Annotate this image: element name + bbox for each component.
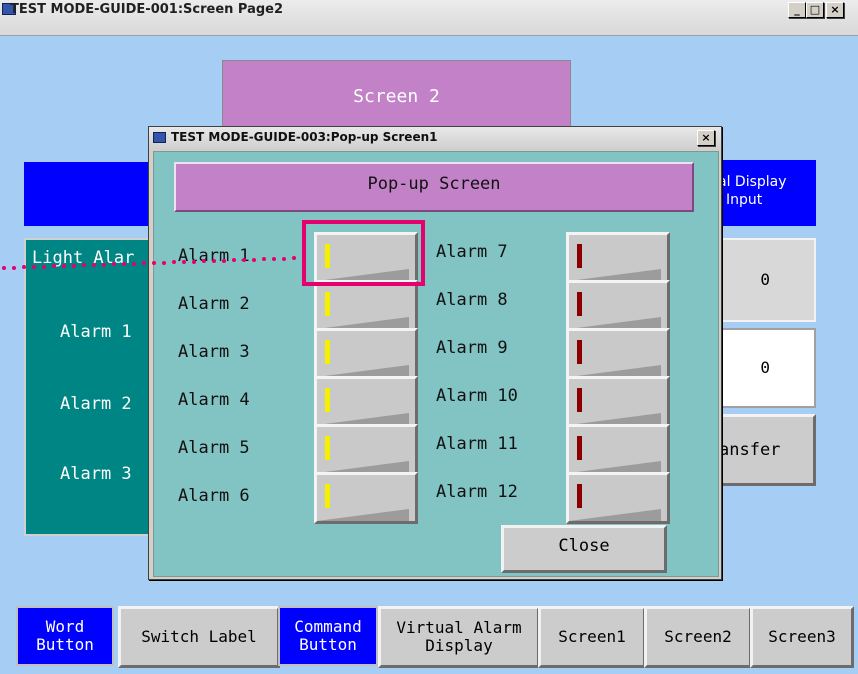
popup-titlebar[interactable]: TEST MODE-GUIDE-003:Pop-up Screen1 × (149, 127, 721, 149)
leader-dot (102, 262, 106, 267)
leader-dot (62, 264, 66, 268)
button-label: Button (36, 635, 94, 654)
button-label: Screen3 (768, 627, 836, 646)
alarm-lamp (577, 436, 582, 460)
alarm-switch[interactable] (314, 280, 418, 332)
alarm-lamp (577, 484, 582, 508)
leader-dot (72, 263, 76, 268)
virtual-display-input-block[interactable]: al Display Input (716, 160, 816, 226)
leader-dot (152, 261, 156, 265)
popup-close-text-button[interactable]: Close (501, 525, 667, 573)
alarm-label: Alarm 6 (178, 486, 250, 506)
alarm-lamp (577, 244, 582, 268)
screen1-button[interactable]: Screen1 (538, 606, 646, 668)
alarm-label: Alarm 4 (178, 390, 250, 410)
leader-dot (302, 256, 306, 260)
alarm-label: Alarm 8 (436, 290, 508, 310)
leader-dot (122, 262, 126, 266)
light-alarm-item: Alarm 2 (60, 394, 132, 414)
input-label: Input (726, 192, 763, 208)
leader-dot (132, 261, 136, 266)
value-display: 0 (716, 238, 816, 322)
light-alarm-item: Alarm 3 (60, 464, 132, 484)
leader-dot (2, 266, 6, 270)
alarm-label: Alarm 3 (178, 342, 250, 362)
button-label: Switch Label (141, 627, 257, 646)
light-alarm-item: Alarm 1 (60, 322, 132, 342)
alarm-switch[interactable] (566, 280, 670, 332)
popup-body: Pop-up Screen Alarm 1 Alarm 2 Alarm 3 Al… (153, 151, 719, 577)
switch-label-button[interactable]: Switch Label (118, 606, 280, 668)
popup-title: TEST MODE-GUIDE-003:Pop-up Screen1 (171, 130, 438, 144)
alarm-switch[interactable] (566, 472, 670, 524)
value-input[interactable]: 0 (716, 328, 816, 408)
popup-window-icon (153, 132, 166, 143)
button-label: Screen1 (558, 627, 626, 646)
alarm-switch[interactable] (566, 232, 670, 284)
alarm-lamp (577, 292, 582, 316)
minimize-button[interactable]: _ (788, 2, 806, 18)
alarm-label: Alarm 7 (436, 242, 508, 262)
alarm-label: Alarm 12 (436, 482, 518, 502)
leader-dot (162, 260, 166, 265)
screen2-button[interactable]: Screen2 (644, 606, 752, 668)
transfer-button[interactable]: ansfer (716, 414, 816, 486)
main-window-title: TEST MODE-GUIDE-001:Screen Page2 (10, 2, 284, 17)
alarm-label: Alarm 1 (178, 246, 250, 266)
alarm-lamp (325, 388, 330, 412)
alarm-lamp (577, 388, 582, 412)
alarm-lamp (325, 436, 330, 460)
virtual-display-label: al Display (718, 174, 787, 190)
alarm-switch[interactable] (314, 376, 418, 428)
leader-dot (252, 257, 256, 262)
leader-dot (192, 259, 196, 264)
maximize-button[interactable]: □ (806, 2, 824, 18)
light-alarm-panel: Light Alar Alarm 1 Alarm 2 Alarm 3 (24, 238, 152, 536)
button-label: Button (299, 635, 357, 654)
leader-dot (32, 265, 36, 269)
alarm-lamp (325, 484, 330, 508)
command-button[interactable]: Command Button (278, 606, 378, 666)
window-close-button[interactable]: × (826, 2, 844, 18)
highlight-annotation (302, 220, 425, 286)
alarm-label: Alarm 2 (178, 294, 250, 314)
alarm-switch[interactable] (566, 328, 670, 380)
leader-dot (42, 264, 46, 269)
alarm-label: Alarm 9 (436, 338, 508, 358)
leader-dot (282, 256, 286, 261)
leader-dot (212, 259, 216, 263)
screen3-button[interactable]: Screen3 (750, 606, 854, 668)
word-button[interactable]: Word Button (16, 606, 114, 666)
alarm-lamp (325, 292, 330, 316)
alarm-switch[interactable] (314, 472, 418, 524)
alarm-switch[interactable] (566, 424, 670, 476)
alarm-label: Alarm 5 (178, 438, 250, 458)
leader-dot (272, 257, 276, 261)
virtual-alarm-display-button[interactable]: Virtual Alarm Display (378, 606, 540, 668)
alarm-switch[interactable] (314, 328, 418, 380)
button-label: Display (425, 636, 493, 655)
button-label: Screen2 (664, 627, 732, 646)
leader-dot (182, 260, 186, 264)
leader-dot (222, 258, 226, 263)
button-label: Command (294, 617, 362, 636)
leader-dot (12, 265, 16, 270)
screen-title-panel: Screen 2 (222, 60, 571, 132)
alarm-switch[interactable] (566, 376, 670, 428)
alarm-switch[interactable] (314, 424, 418, 476)
popup-close-button[interactable]: × (697, 130, 715, 146)
alarm-lamp (577, 340, 582, 364)
main-window-titlebar[interactable]: TEST MODE-GUIDE-001:Screen Page2 _ □ × (0, 0, 858, 36)
popup-window[interactable]: TEST MODE-GUIDE-003:Pop-up Screen1 × Pop… (148, 126, 722, 580)
button-label: Virtual Alarm (396, 618, 522, 637)
popup-header: Pop-up Screen (174, 162, 694, 212)
leader-dot (92, 263, 96, 267)
leader-dot (242, 258, 246, 262)
word-button-display[interactable] (24, 162, 164, 226)
alarm-label: Alarm 11 (436, 434, 518, 454)
button-label: Word (45, 617, 85, 636)
alarm-lamp (325, 340, 330, 364)
alarm-label: Alarm 10 (436, 386, 518, 406)
